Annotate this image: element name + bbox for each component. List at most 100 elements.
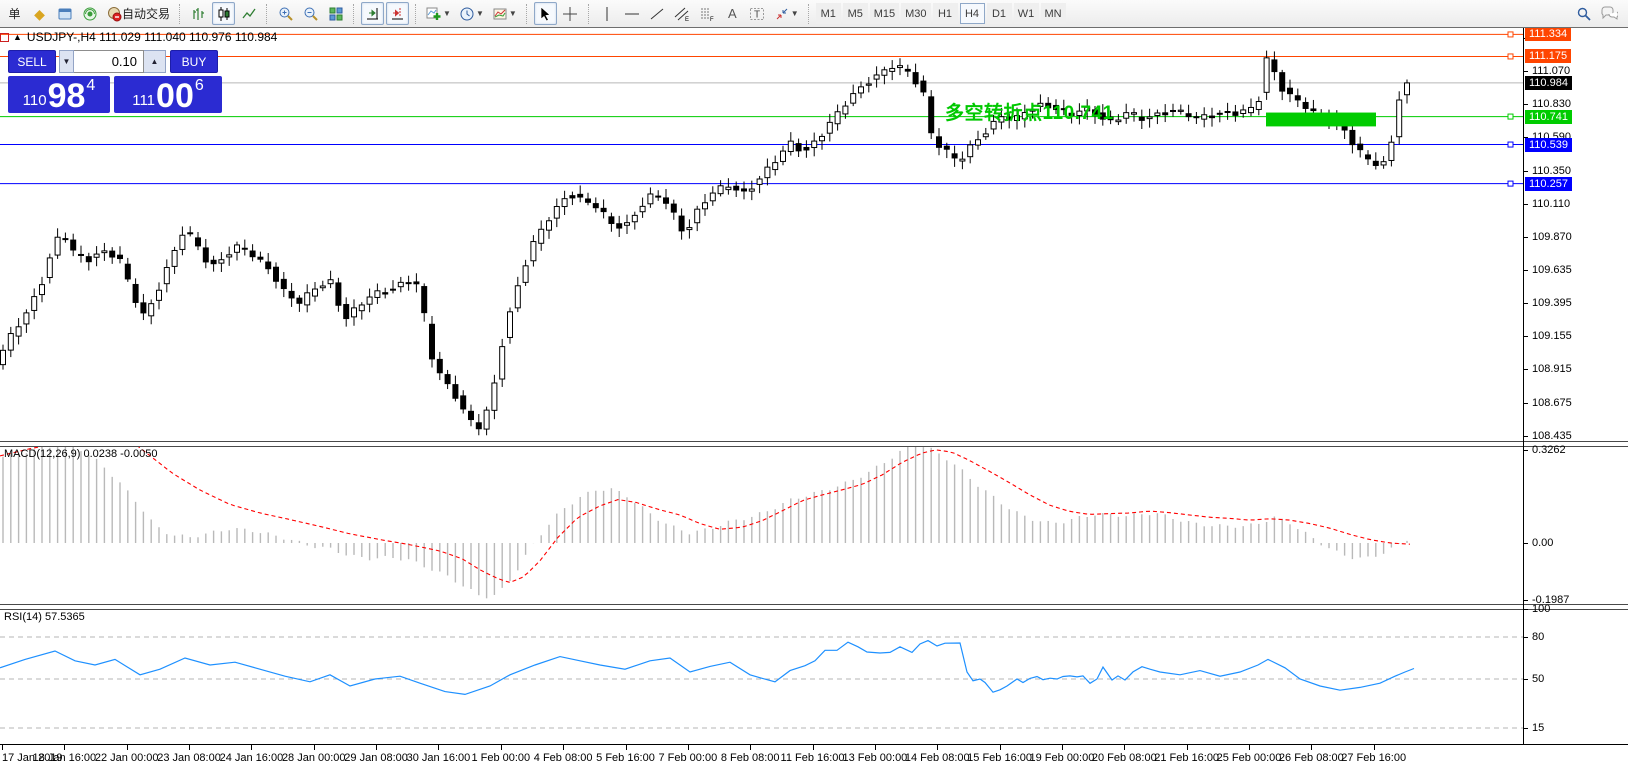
volume-decrease-button[interactable]: ▼	[59, 50, 74, 73]
buy-price-button[interactable]: 111 00 6	[114, 76, 222, 113]
candle-body	[86, 257, 91, 262]
indicators-button[interactable]: ▼	[423, 2, 454, 25]
chart-collapse-icon[interactable]: ▲	[13, 32, 22, 42]
candle-body	[703, 203, 708, 209]
candle-body	[1381, 162, 1386, 165]
sell-price-prefix: 110	[23, 93, 47, 108]
hline-handle[interactable]	[1508, 114, 1513, 119]
gold-seal-button[interactable]: ◆	[28, 2, 51, 25]
buy-price-pip: 6	[195, 78, 204, 94]
price-axis[interactable]: 111.310111.070110.830110.590110.350110.1…	[1523, 28, 1628, 765]
horizontal-line-tool-button[interactable]	[621, 2, 644, 25]
hline-handle[interactable]	[1508, 54, 1513, 59]
svg-text:E: E	[685, 17, 689, 22]
candle-body	[1163, 113, 1168, 115]
cursor-icon	[537, 6, 553, 22]
buy-button[interactable]: BUY	[170, 50, 218, 73]
price-tick-label: 108.675	[1532, 397, 1572, 409]
volume-input[interactable]: 0.10	[74, 50, 144, 73]
candle-body	[422, 287, 427, 313]
candle-body	[71, 240, 76, 250]
chat-button[interactable]	[1597, 2, 1621, 25]
candle-body	[679, 216, 684, 231]
main-price-chart[interactable]	[0, 28, 1523, 441]
price-badge-110.539: 110.539	[1525, 138, 1572, 152]
sell-price-button[interactable]: 110 98 4	[8, 76, 110, 113]
candle-body	[1249, 107, 1254, 112]
candle-body	[508, 312, 513, 338]
candlestick-chart-icon	[216, 6, 232, 22]
templates-button[interactable]: ▼	[489, 2, 520, 25]
rsi-scale-tick	[1524, 637, 1528, 638]
crosshair-button[interactable]	[559, 2, 582, 25]
candle-body	[523, 266, 528, 283]
trendline-tool-button[interactable]	[646, 2, 669, 25]
timeframe-m15-button[interactable]: M15	[870, 3, 899, 24]
candle-body	[484, 410, 489, 429]
candle-body	[1132, 113, 1137, 115]
macd-indicator-pane[interactable]	[0, 446, 1523, 604]
timeframe-m30-button[interactable]: M30	[901, 3, 930, 24]
bar-chart-button[interactable]	[187, 2, 210, 25]
pane-separator[interactable]	[0, 441, 1628, 447]
candle-body	[726, 187, 731, 189]
mt4-window: 单 ◆ 自动交易	[0, 0, 1628, 773]
channel-tool-button[interactable]: E	[671, 2, 694, 25]
candle-body	[172, 250, 177, 266]
hline-handle[interactable]	[1508, 181, 1513, 186]
time-tick-mark	[189, 745, 190, 750]
timeframe-group: M1M5M15M30H1H4D1W1MN	[815, 3, 1067, 24]
hline-handle[interactable]	[1508, 142, 1513, 147]
price-tick-label: 110.830	[1532, 98, 1571, 110]
candle-body	[929, 97, 934, 133]
new-order-button[interactable]: 单	[3, 2, 26, 25]
rsi-indicator-pane[interactable]	[0, 609, 1523, 744]
cursor-button[interactable]	[534, 2, 557, 25]
sell-price-pip: 4	[86, 78, 95, 94]
terminal-button[interactable]	[53, 2, 76, 25]
signals-button[interactable]	[78, 2, 101, 25]
chart-shift-button[interactable]	[386, 2, 409, 25]
timeframe-w1-button[interactable]: W1	[1014, 3, 1039, 24]
candle-body	[547, 221, 552, 230]
timeframe-m5-button[interactable]: M5	[843, 3, 868, 24]
arrows-dropdown-arrow: ▼	[791, 9, 799, 18]
vertical-line-tool-button[interactable]	[596, 2, 619, 25]
sell-button[interactable]: SELL	[8, 50, 56, 73]
timeframe-m1-button[interactable]: M1	[816, 3, 841, 24]
volume-increase-button[interactable]: ▲	[144, 50, 166, 73]
hline-handle[interactable]	[1508, 32, 1513, 37]
periods-button[interactable]: ▼	[456, 2, 487, 25]
terminal-icon	[57, 6, 73, 22]
rsi-scale-tick	[1524, 609, 1528, 610]
autotrading-button[interactable]: 自动交易	[103, 2, 173, 25]
zoom-out-button[interactable]	[299, 2, 322, 25]
pane-separator[interactable]	[0, 604, 1628, 610]
macd-scale-tick	[1524, 600, 1528, 601]
auto-scroll-button[interactable]	[361, 2, 384, 25]
label-tool-button[interactable]: T	[746, 2, 769, 25]
green-highlight-rectangle[interactable]	[1266, 113, 1376, 127]
line-chart-button[interactable]	[237, 2, 260, 25]
text-label-icon: T	[749, 6, 765, 22]
chart-title-text: USDJPY-,H4 111.029 111.040 110.976 110.9…	[27, 30, 277, 44]
turning-point-annotation[interactable]: 多空转折点110.741	[945, 98, 1114, 125]
candlestick-chart-button[interactable]	[212, 2, 235, 25]
zoom-in-button[interactable]	[274, 2, 297, 25]
fibonacci-tool-button[interactable]: F	[696, 2, 719, 25]
candle-body	[976, 140, 981, 145]
timeframe-d1-button[interactable]: D1	[987, 3, 1012, 24]
price-tick-mark	[1524, 369, 1528, 370]
time-axis[interactable]: 17 Jan 201918 Jan 16:0022 Jan 00:0023 Ja…	[0, 744, 1628, 773]
candle-body	[765, 167, 770, 178]
toolbar-separator	[415, 4, 417, 24]
zoom-in-icon	[278, 6, 294, 22]
tile-windows-button[interactable]	[324, 2, 347, 25]
timeframe-h4-button[interactable]: H4	[960, 3, 985, 24]
timeframe-h1-button[interactable]: H1	[933, 3, 958, 24]
toolbar-separator	[588, 4, 590, 24]
text-tool-button[interactable]: A	[721, 2, 744, 25]
search-button[interactable]	[1572, 2, 1595, 25]
timeframe-mn-button[interactable]: MN	[1041, 3, 1066, 24]
arrows-tool-button[interactable]: ▼	[771, 2, 802, 25]
